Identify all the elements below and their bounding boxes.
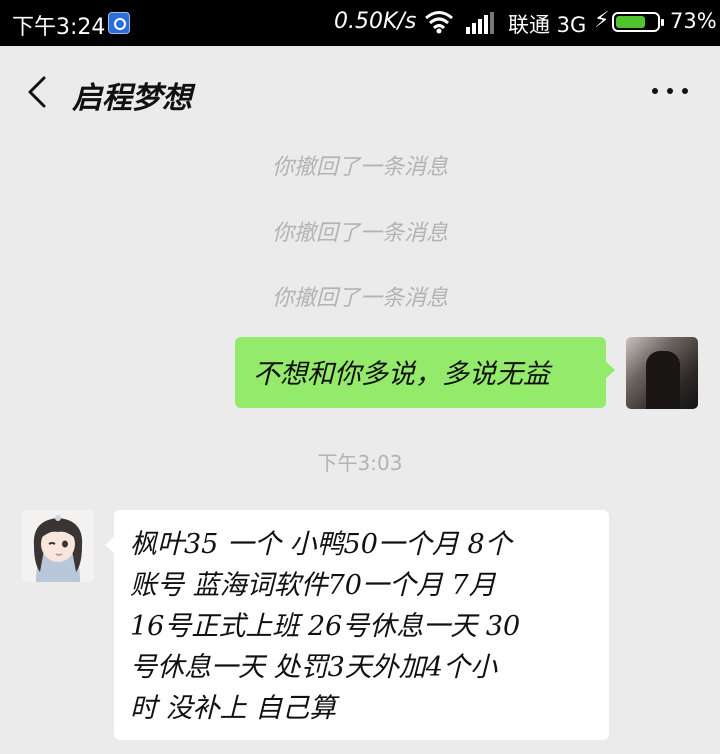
received-message-bubble[interactable]: 枫叶35 一个 小鸭50一个月 8个 账号 蓝海词软件70一个月 7月 16号正… [105, 510, 609, 740]
sent-message-bubble[interactable]: 不想和你多说，多说无益 [235, 337, 615, 408]
status-bar: 下午3:24 0.50K/s 联通 3G ⚡ 73% [0, 0, 720, 46]
chat-header: 启程梦想 [0, 46, 720, 138]
avatar-contact[interactable] [22, 510, 94, 582]
chevron-left-icon[interactable] [22, 74, 54, 110]
avatar-self[interactable] [626, 337, 698, 409]
network-speed: 0.50K/s [334, 9, 417, 34]
sent-message-text: 不想和你多说，多说无益 [253, 359, 550, 390]
received-message-line: 枫叶35 一个 小鸭50一个月 8个 [130, 529, 512, 560]
more-horizontal-icon[interactable] [650, 86, 690, 98]
chat-title: 启程梦想 [72, 81, 192, 116]
browser-app-icon [108, 12, 130, 34]
message-timestamp: 下午3:03 [317, 451, 403, 475]
carrier-label: 联通 3G [508, 13, 587, 37]
received-message-line: 16号正式上班 26号休息一天 30 [130, 611, 521, 642]
lightning-bolt-icon: ⚡ [594, 8, 610, 33]
received-message-line: 号休息一天 处罚3天外加4个小 [130, 652, 497, 683]
signal-bars-icon [466, 12, 494, 34]
anime-girl-avatar-icon [22, 510, 94, 582]
status-time: 下午3:24 [12, 15, 106, 40]
received-message-line: 账号 蓝海词软件70一个月 7月 [130, 570, 496, 601]
recall-notice: 你撤回了一条消息 [271, 221, 448, 246]
battery-percent: 73% [670, 9, 717, 33]
received-message-line: 时 没补上 自己算 [130, 693, 337, 724]
recall-notice: 你撤回了一条消息 [271, 286, 448, 311]
wifi-icon [425, 11, 453, 34]
battery-icon [612, 12, 664, 32]
recall-notice: 你撤回了一条消息 [271, 155, 448, 180]
battery-fill [616, 16, 645, 28]
